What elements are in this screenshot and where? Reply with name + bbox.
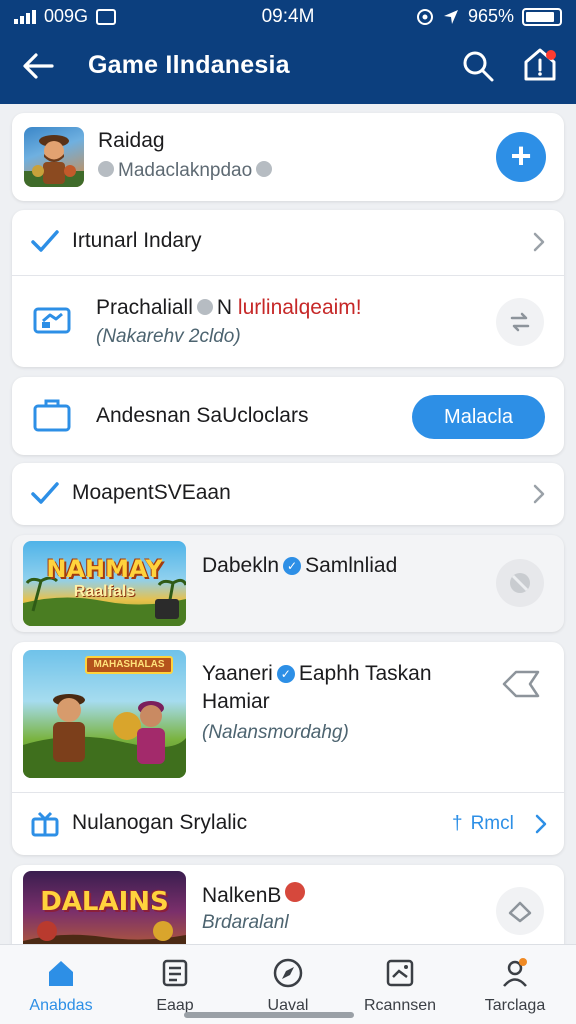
game-title-row: Dabekln ✓ Samlnliad (202, 554, 397, 578)
game-thumb-title: NAHMAY (46, 555, 163, 583)
profile-subtitle-row: Madaclaknpdao (98, 160, 276, 182)
profile-subtitle: Madaclaknpdao (118, 160, 253, 181)
exchange-icon (510, 312, 530, 332)
game-card-large: MAHASHALAS Yaaneri ✓ Eaphh Taskan Hamiar (… (12, 642, 564, 855)
profile-icon (503, 958, 527, 987)
practical-row[interactable]: Prachaliall N lurlinalqeaim! (Nakarehv 2c… (12, 276, 564, 367)
block-icon (510, 573, 530, 593)
news-icon (162, 959, 188, 987)
nav-tab-home[interactable]: Anabdas (6, 945, 116, 1024)
avatar-character-icon (24, 135, 84, 187)
footer-label: Nulanogan Srylalic (72, 811, 248, 834)
check-icon (31, 230, 59, 252)
game-card-main[interactable]: MAHASHALAS Yaaneri ✓ Eaphh Taskan Hamiar (… (12, 642, 564, 792)
tag-icon[interactable] (500, 666, 544, 702)
page-title: Game Ilndanesia (88, 51, 290, 79)
battery-percent: 965% (467, 6, 514, 26)
app-header: 009G 09:4M 965% Game Ilndanesia (0, 0, 576, 104)
nav-label: Tarclaga (484, 997, 546, 1014)
ticket-icon (33, 307, 71, 334)
game-thumbnail: NAHMAY Raalfals (23, 541, 186, 626)
info-icon (98, 161, 114, 177)
photo-icon (386, 959, 414, 987)
action-label: Andesnan SaUcloclars (96, 404, 309, 427)
share-button[interactable] (496, 887, 544, 935)
profile-card[interactable]: Raidag Madaclaknpdao + (12, 113, 564, 201)
chevron-right-icon (533, 484, 545, 504)
game-card-footer[interactable]: Nulanogan Srylalic † Rmcl (12, 793, 564, 855)
briefcase-icon (33, 399, 71, 432)
practical-subtitle: (Nakarehv 2cldo) (96, 326, 241, 347)
nav-label: Anabdas (29, 997, 93, 1014)
practical-title: Prachaliall (96, 296, 193, 319)
nav-tab-profile[interactable]: Tarclaga (460, 945, 570, 1024)
game-thumb-subtitle: Raalfals (73, 583, 136, 600)
location-icon (416, 8, 433, 25)
game-subtitle: (Nalansmordahg) (202, 722, 349, 743)
game-title: Dabekln (202, 554, 280, 577)
info-icon (196, 299, 213, 315)
notification-dot (546, 50, 556, 60)
battery-icon (522, 7, 562, 26)
game-title: Yaaneri (202, 662, 273, 685)
back-arrow-icon[interactable] (18, 48, 58, 84)
settings-group-card: Irtunarl Indary Prachaliall N lurlinalqea… (12, 210, 564, 367)
verified-icon: ✓ (276, 665, 295, 683)
check-row-card[interactable]: MoapentSVEaan (12, 463, 564, 525)
verified-icon: ✓ (283, 557, 302, 575)
compass-icon (273, 958, 303, 988)
check-row-label: MoapentSVEaan (72, 481, 231, 504)
check-icon (31, 482, 59, 504)
game-title-b: Eaphh Taskan (298, 662, 432, 685)
gift-icon (31, 811, 59, 837)
practical-alert-text: lurlinalqeaim! (237, 296, 362, 319)
home-icon (49, 961, 73, 986)
footer-link: Rmcl (470, 813, 514, 834)
game-title-row: Yaaneri ✓ Eaphh Taskan (202, 662, 432, 686)
add-button[interactable]: + (496, 132, 546, 182)
game-title-line2: Hamiar (202, 690, 270, 713)
nav-tab-photos[interactable]: Rcannsen (345, 945, 455, 1024)
game-thumb-title: DALAINS (40, 887, 169, 917)
practical-title-row: Prachaliall N lurlinalqeaim! (96, 296, 362, 320)
info-icon (256, 161, 273, 177)
practical-title-b: N (216, 296, 233, 319)
chevron-right-icon (535, 814, 547, 834)
exchange-button[interactable] (496, 298, 544, 346)
block-button[interactable] (496, 559, 544, 607)
navigation-icon (443, 9, 458, 24)
game-card[interactable]: NAHMAY Raalfals Dabekln ✓ Samlnliad (12, 535, 564, 632)
internal-row-label: Irtunarl Indary (72, 229, 202, 252)
profile-avatar (24, 127, 84, 187)
game-title-b: Samlnliad (305, 554, 398, 577)
game-subtitle: Brdaralanl (202, 912, 289, 933)
action-button[interactable]: Malacla (412, 395, 545, 439)
chevron-right-icon (533, 232, 545, 252)
home-indicator[interactable] (184, 1012, 354, 1018)
share-icon (508, 901, 532, 923)
badge-icon (285, 882, 306, 902)
game-title-row: NalkenB (202, 882, 306, 908)
game-title: NalkenB (202, 884, 282, 907)
footer-link-row: † Rmcl (452, 813, 514, 835)
game-thumb-title: MAHASHALAS (85, 656, 173, 674)
pin-icon: † (452, 813, 463, 834)
nav-label: Rcannsen (363, 997, 437, 1014)
action-card: Andesnan SaUcloclars Malacla (12, 377, 564, 455)
profile-name: Raidag (98, 129, 165, 152)
internal-row[interactable]: Irtunarl Indary (12, 210, 564, 275)
search-icon[interactable] (460, 48, 496, 84)
status-bar: 009G 09:4M 965% (0, 0, 576, 32)
game-thumbnail: MAHASHALAS (23, 650, 186, 778)
